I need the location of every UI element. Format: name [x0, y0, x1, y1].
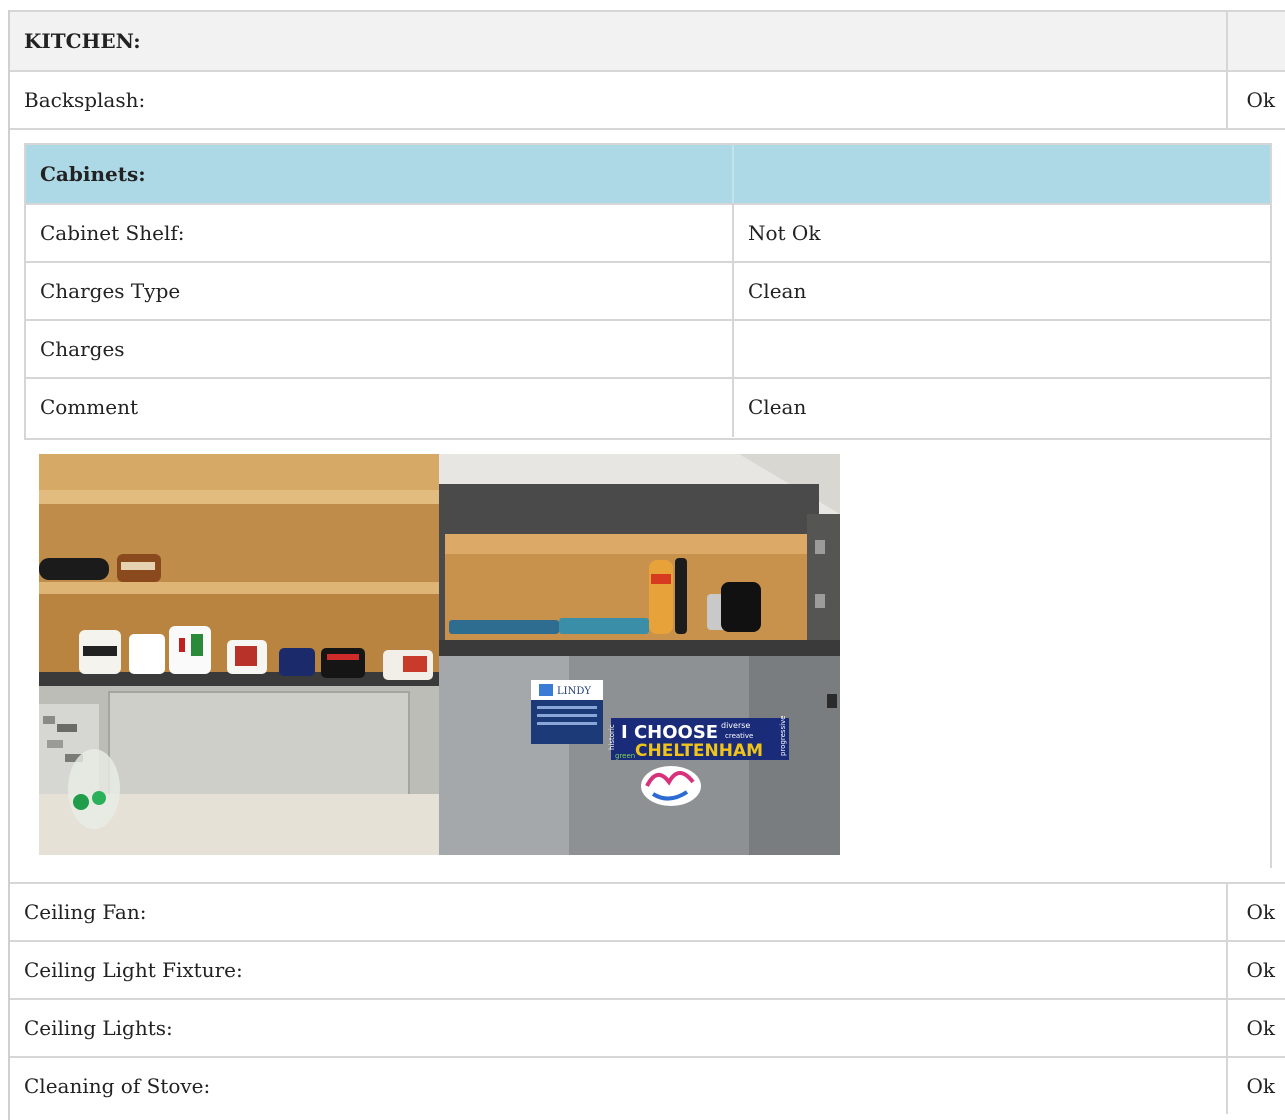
comment-label: Comment [40, 395, 139, 419]
svg-text:I CHOOSE: I CHOOSE [621, 722, 718, 743]
ceiling-lights-label: Ceiling Lights: [24, 1016, 173, 1040]
cleaning-of-stove-row: Cleaning of Stove: Ok [10, 1056, 1285, 1114]
cabinet-photo-2[interactable]: LINDY I CHOOSE CHELTENHAM historic green… [439, 454, 840, 855]
svg-text:LINDY: LINDY [557, 686, 591, 697]
svg-text:CHELTENHAM: CHELTENHAM [635, 741, 763, 761]
section-header-kitchen: KITCHEN: [10, 10, 1285, 70]
backsplash-label: Backsplash: [24, 88, 146, 112]
charges-type-label: Charges Type [40, 279, 181, 303]
backsplash-row: Backsplash: Ok [10, 70, 1285, 128]
cabinet-shelf-label: Cabinet Shelf: [40, 221, 185, 245]
backsplash-value-cell: Ok [1226, 72, 1285, 128]
svg-text:historic: historic [608, 724, 616, 750]
ceiling-light-fixture-row: Ceiling Light Fixture: Ok [10, 940, 1285, 998]
ceiling-lights-row: Ceiling Lights: Ok [10, 998, 1285, 1056]
cleaning-of-stove-value: Ok [1246, 1074, 1275, 1098]
charges-label: Charges [40, 337, 125, 361]
cleaning-of-stove-label: Cleaning of Stove: [24, 1074, 211, 1098]
charges-type-row: Charges Type Clean [26, 263, 1270, 321]
cabinets-header: Cabinets: [26, 145, 1270, 205]
svg-text:progressive: progressive [779, 715, 787, 756]
ceiling-fan-value: Ok [1246, 900, 1275, 924]
cabinet-shelf-row: Cabinet Shelf: Not Ok [26, 205, 1270, 263]
charges-type-value: Clean [748, 279, 807, 303]
inspection-sheet: KITCHEN: Backsplash: Ok Cabinets: Cabine… [8, 10, 1285, 1120]
cabinets-border-right [1270, 440, 1272, 868]
ceiling-fan-row: Ceiling Fan: Ok [10, 882, 1285, 940]
cabinet-photo-1[interactable] [39, 454, 439, 855]
cabinets-title: Cabinets: [40, 162, 146, 186]
svg-text:creative: creative [725, 732, 753, 740]
charges-row: Charges [26, 321, 1270, 379]
ceiling-light-fixture-label: Ceiling Light Fixture: [24, 958, 243, 982]
comment-value: Clean [748, 395, 807, 419]
backsplash-value: Ok [1246, 88, 1275, 112]
ceiling-fan-label: Ceiling Fan: [24, 900, 147, 924]
svg-text:green: green [615, 752, 635, 760]
ceiling-light-fixture-value: Ok [1246, 958, 1275, 982]
ceiling-lights-value: Ok [1246, 1016, 1275, 1040]
svg-text:diverse: diverse [721, 721, 750, 730]
cabinets-table: Cabinets: Cabinet Shelf: Not Ok Charges … [24, 143, 1272, 440]
section-title: KITCHEN: [24, 29, 141, 53]
section-value-cell [1226, 12, 1285, 70]
cabinet-shelf-value: Not Ok [748, 221, 821, 245]
comment-row: Comment Clean [26, 379, 1270, 437]
